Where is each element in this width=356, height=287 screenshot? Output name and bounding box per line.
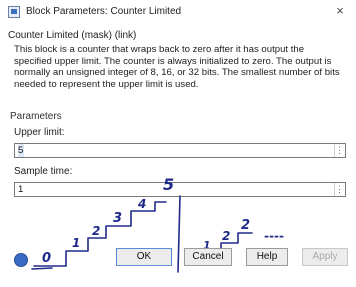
upper-limit-field[interactable]: ⋮ xyxy=(14,143,346,158)
block-name: Counter Limited (mask) (link) xyxy=(8,30,137,41)
step-label: 0 xyxy=(42,251,51,266)
step-label: 2 xyxy=(222,229,230,243)
block-description: This block is a counter that wraps back … xyxy=(14,44,340,90)
window-title: Block Parameters: Counter Limited xyxy=(26,6,182,17)
title-bar: Block Parameters: Counter Limited × xyxy=(0,0,356,24)
cancel-button[interactable]: Cancel xyxy=(184,248,232,266)
zero-underline xyxy=(31,267,53,270)
step-label: 1 xyxy=(72,236,80,250)
upper-limit-menu-icon[interactable]: ⋮ xyxy=(334,144,344,157)
step-label: 2 xyxy=(92,224,100,238)
close-button[interactable]: × xyxy=(332,3,348,19)
apply-button[interactable]: Apply xyxy=(302,248,348,266)
sample-time-input[interactable] xyxy=(18,183,328,196)
upper-limit-input[interactable] xyxy=(18,144,24,157)
sample-time-field[interactable]: ⋮ xyxy=(14,182,346,197)
sample-time-menu-icon[interactable]: ⋮ xyxy=(334,183,344,196)
block-parameters-icon xyxy=(8,6,20,18)
help-button[interactable]: Help xyxy=(246,248,288,266)
vertical-drop xyxy=(177,195,181,273)
continuation-dashes: ---- xyxy=(264,229,284,243)
step-label: 3 xyxy=(113,211,122,226)
help-circle-icon[interactable] xyxy=(14,253,28,267)
ok-button[interactable]: OK xyxy=(116,248,172,266)
step-label: 2 xyxy=(241,218,250,233)
sample-time-label: Sample time: xyxy=(14,166,73,177)
upper-limit-label: Upper limit: xyxy=(14,127,65,138)
parameters-section-label: Parameters xyxy=(10,111,62,122)
step-label: 4 xyxy=(137,197,146,211)
